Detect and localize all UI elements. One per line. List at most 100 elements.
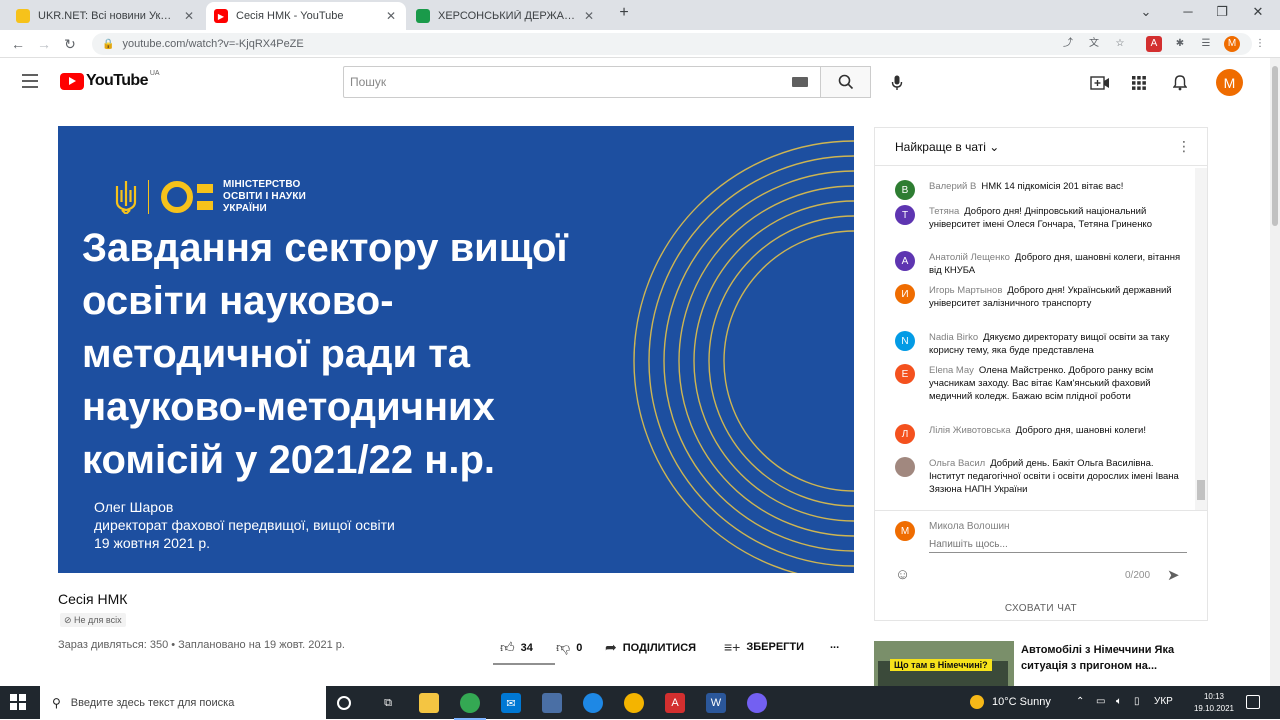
account-avatar[interactable]: M — [1216, 69, 1243, 96]
related-video-thumbnail[interactable]: Що там в Німеччині? — [874, 641, 1014, 686]
chat-author: Лілія Животовська — [929, 425, 1011, 436]
chat-author: Nadia Birko — [929, 332, 979, 343]
search-input[interactable]: Пошук — [343, 66, 821, 98]
close-window-icon[interactable]: ✕ — [1244, 4, 1272, 20]
slide-title-line: освіти науково- — [82, 279, 394, 323]
viber-icon[interactable] — [747, 693, 767, 713]
back-arrow-icon[interactable]: ← — [8, 34, 28, 54]
translate-icon[interactable]: 文 — [1086, 36, 1102, 52]
char-counter: 0/200 — [1125, 570, 1151, 581]
share-page-icon[interactable]: ⤴ — [1060, 36, 1076, 52]
logo-bars-icon — [197, 181, 213, 213]
file-explorer-icon[interactable] — [419, 693, 439, 713]
close-tab-icon[interactable]: ✕ — [582, 9, 596, 23]
keyboard-icon[interactable] — [792, 77, 808, 87]
logo-ring-icon — [161, 181, 193, 213]
chrome-menu-icon[interactable]: ⋮ — [1252, 36, 1268, 52]
word-icon[interactable]: W — [706, 693, 726, 713]
author-position: директорат фахової передвищої, вищої осв… — [94, 517, 395, 533]
browser-tab-khersonsky[interactable]: ХЕРСОНСЬКИЙ ДЕРЖАВНИЙ А ✕ — [408, 2, 604, 30]
share-button[interactable]: ➦ ПОДІЛИТИСЯ — [605, 639, 696, 656]
new-tab-button[interactable]: + — [610, 4, 638, 22]
chevron-down-icon: ⌄ — [989, 140, 1000, 154]
browser-tab-youtube[interactable]: ▶ Сесія НМК - YouTube ✕ — [206, 2, 406, 30]
dislike-count: 0 — [576, 641, 583, 654]
chat-avatar: В — [895, 180, 915, 200]
chat-message: И Игорь Мартынов Доброго дня! Український… — [895, 284, 1185, 310]
apps-grid-icon[interactable] — [1128, 72, 1150, 94]
send-icon[interactable]: ➤ — [1167, 566, 1180, 584]
extensions-puzzle-icon[interactable]: ✱ — [1172, 36, 1188, 52]
address-bar[interactable]: 🔒 youtube.com/watch?v=-KjqRX4PeZE — [92, 33, 1252, 55]
network-icon[interactable]: ▭ — [1096, 696, 1105, 707]
chat-avatar-photo — [895, 457, 915, 477]
chat-more-icon[interactable]: ⋮ — [1177, 138, 1191, 155]
edge-icon[interactable] — [583, 693, 603, 713]
input-language[interactable]: УКР — [1154, 696, 1173, 707]
save-button[interactable]: ≡+ ЗБЕРЕГТИ — [724, 639, 804, 655]
tab-search-chevron-icon[interactable]: ⌄ — [1132, 4, 1160, 20]
like-button[interactable]: 👍︎ 34 — [500, 639, 533, 656]
mail-icon[interactable]: ✉ — [501, 693, 521, 713]
weather-widget[interactable]: 10°C Sunny — [970, 695, 1051, 709]
chat-scroll-thumb[interactable] — [1197, 480, 1205, 500]
khersonsky-favicon-icon — [416, 9, 430, 23]
create-video-icon[interactable] — [1089, 72, 1111, 94]
search-button[interactable] — [821, 66, 871, 98]
search-icon: ⚲ — [52, 695, 61, 710]
notifications-icon[interactable] — [1246, 695, 1260, 709]
chat-avatar: E — [895, 364, 915, 384]
microphone-icon[interactable] — [886, 72, 908, 94]
dislike-button[interactable]: 👎︎ 0 — [556, 639, 582, 656]
chat-avatar: Л — [895, 424, 915, 444]
logo-wordmark: YouTube — [86, 72, 148, 89]
video-player[interactable]: МІНІСТЕРСТВО ОСВІТИ І НАУКИ УКРАЇНИ Завд… — [58, 126, 854, 573]
pdf-extension-icon[interactable]: A — [1146, 36, 1162, 52]
volume-icon[interactable]: 🔈︎ — [1116, 696, 1122, 707]
windows-start-icon[interactable] — [10, 694, 26, 710]
chat-message: А Анатолій Лещенко Доброго дня, шановні к… — [895, 251, 1185, 277]
maximize-icon[interactable]: ❐ — [1208, 4, 1236, 20]
taskbar-search-input[interactable]: ⚲ Введите здесь текст для поиска — [40, 686, 326, 719]
task-view-icon[interactable]: ⧉ — [378, 693, 398, 713]
close-tab-icon[interactable]: ✕ — [384, 9, 398, 23]
system-clock[interactable]: 10:13 19.10.2021 — [1192, 691, 1236, 715]
youtube-logo[interactable]: YouTube UA — [60, 70, 160, 90]
current-user-name: Микола Волошин — [929, 521, 1010, 532]
chat-scrollbar[interactable] — [1195, 168, 1207, 510]
chat-message-input[interactable] — [929, 537, 1187, 553]
hide-chat-button[interactable]: СХОВАТИ ЧАТ — [875, 603, 1207, 614]
page-scrollbar[interactable] — [1270, 58, 1280, 686]
chat-mode-dropdown[interactable]: Найкраще в чаті ⌄ — [895, 140, 999, 154]
chat-message: Ольга Васил Добрий день. Бакіт Ольга Васи… — [895, 457, 1185, 496]
taskbar-search-placeholder: Введите здесь текст для поиска — [70, 696, 235, 709]
page-scroll-thumb[interactable] — [1272, 66, 1278, 226]
browser-tab-ukrnet[interactable]: UKR.NET: Всі новини України, о ✕ — [8, 2, 204, 30]
chat-text: НМК 14 підкомісія 201 вітає вас! — [981, 181, 1124, 192]
related-video-title[interactable]: Автомобілі з Німеччини Яка ситуація з пр… — [1021, 642, 1207, 674]
tray-chevron-icon[interactable]: ⌃ — [1076, 696, 1084, 707]
store-icon[interactable] — [542, 693, 562, 713]
more-actions-button[interactable]: ... — [830, 639, 839, 651]
search-placeholder: Пошук — [350, 75, 387, 89]
reading-list-icon[interactable]: ☰ — [1198, 36, 1214, 52]
current-user-avatar: М — [895, 521, 915, 541]
notifications-bell-icon[interactable] — [1169, 72, 1191, 94]
chrome-canary-icon[interactable] — [624, 693, 644, 713]
emoji-icon[interactable]: ☺ — [895, 566, 915, 586]
bookmark-star-icon[interactable]: ☆ — [1112, 36, 1128, 52]
thumbs-up-icon: 👍︎ — [500, 639, 515, 655]
reload-icon[interactable]: ↻ — [60, 34, 80, 54]
cortana-icon[interactable] — [337, 696, 351, 710]
browser-toolbar: ← → ↻ 🔒 youtube.com/watch?v=-KjqRX4PeZE … — [0, 30, 1280, 58]
profile-avatar[interactable]: M — [1224, 36, 1240, 52]
battery-icon[interactable]: ▯ — [1134, 696, 1140, 707]
trident-icon — [115, 181, 137, 214]
acrobat-icon[interactable]: A — [665, 693, 685, 713]
ukrnet-favicon-icon — [16, 9, 30, 23]
forward-arrow-icon[interactable]: → — [34, 34, 54, 54]
minimize-icon[interactable]: ─ — [1174, 4, 1202, 19]
chrome-taskbar-icon[interactable] — [454, 693, 486, 720]
close-tab-icon[interactable]: ✕ — [182, 9, 196, 23]
menu-hamburger-icon[interactable] — [22, 74, 38, 88]
